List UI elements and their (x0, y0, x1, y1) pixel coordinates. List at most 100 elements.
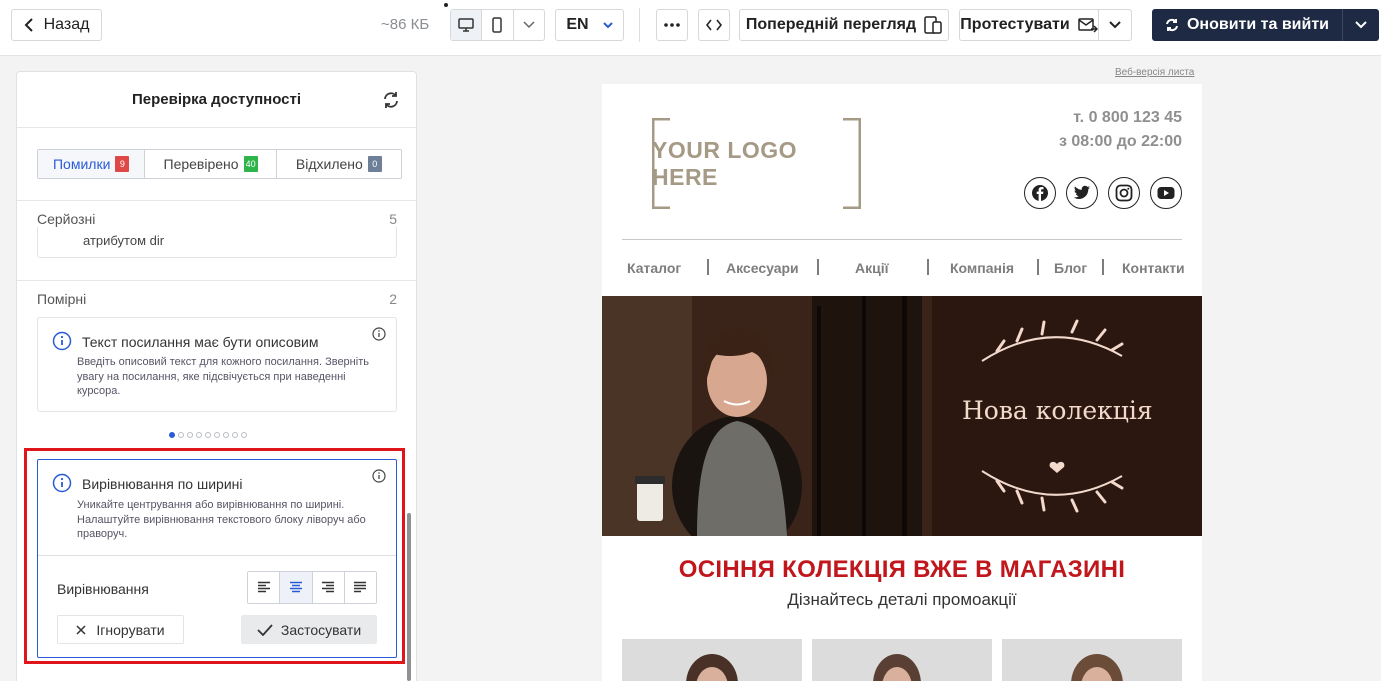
serious-section-header[interactable]: Серйозні 5 (37, 211, 397, 227)
back-button[interactable]: Назад (11, 9, 102, 41)
align-center-button[interactable] (280, 572, 313, 603)
email-menu: Каталог Аксесуари Акції Компанія Блог Ко… (622, 258, 1185, 278)
tab-checked[interactable]: Перевірено 40 (145, 150, 277, 178)
menu-separator (1037, 259, 1039, 275)
issue-card-justify: Вирівнювання по ширині Уникайте центрува… (37, 459, 397, 658)
align-left-icon (257, 581, 270, 593)
devices-icon (924, 16, 942, 34)
hero-title: Нова колекція (962, 396, 1153, 425)
desktop-view-button[interactable] (451, 10, 483, 40)
menu-item-accessories[interactable]: Аксесуари (726, 260, 799, 276)
help-icon[interactable] (372, 327, 386, 341)
pager-dot[interactable] (223, 432, 229, 438)
web-version-link[interactable]: Веб-версія листа (1115, 67, 1194, 78)
test-button[interactable]: Протестувати (960, 10, 1099, 40)
panel-header: Перевірка доступності (17, 72, 416, 128)
instagram-icon[interactable] (1108, 177, 1140, 209)
panel-scrollbar[interactable] (407, 513, 411, 681)
align-right-button[interactable] (313, 572, 345, 603)
minor-count: 2 (389, 291, 397, 307)
section-divider (17, 280, 416, 281)
align-right-icon (322, 581, 335, 593)
pager-dot[interactable] (187, 432, 193, 438)
more-options-button[interactable] (656, 9, 688, 41)
alignment-options (247, 571, 377, 604)
serious-label: Серйозні (37, 211, 96, 227)
refresh-icon[interactable] (381, 90, 401, 110)
menu-separator (1102, 259, 1104, 275)
justify-issue-title: Вирівнювання по ширині (82, 476, 243, 492)
menu-item-promos[interactable]: Акції (855, 260, 889, 276)
pager-dot[interactable] (232, 432, 238, 438)
phone-number: т. 0 800 123 45 (1073, 109, 1182, 126)
pager-dot[interactable] (178, 432, 184, 438)
header-divider (622, 239, 1182, 240)
language-select[interactable]: EN (555, 9, 624, 41)
mobile-view-button[interactable] (482, 10, 514, 40)
tab-rejected[interactable]: Відхилено 0 (277, 150, 401, 178)
update-button-group: Оновити та вийти (1152, 9, 1379, 41)
check-icon (257, 623, 273, 636)
menu-item-catalog[interactable]: Каталог (627, 260, 681, 276)
preview-button-label: Попередній перегляд (745, 16, 917, 33)
working-hours: з 08:00 до 22:00 (1058, 133, 1182, 150)
device-switcher (450, 9, 545, 41)
minor-section-header[interactable]: Помірні 2 (37, 291, 397, 307)
status-tabs: Помилки 9 Перевірено 40 Відхилено 0 (37, 149, 402, 179)
serious-count: 5 (389, 211, 397, 227)
pager-dot[interactable] (214, 432, 220, 438)
update-dropdown-button[interactable] (1343, 9, 1379, 41)
ignore-button-label: Ігнорувати (96, 621, 165, 638)
sync-icon (1166, 18, 1178, 32)
update-exit-label: Оновити та вийти (1186, 16, 1330, 33)
align-justify-button[interactable] (345, 572, 376, 603)
email-size: ~86 КБ (381, 16, 430, 33)
serious-issue-card[interactable]: атрибутом dir (37, 227, 397, 258)
hero-banner[interactable]: Нова колекція (602, 296, 1202, 536)
chevron-left-icon (24, 18, 33, 32)
email-headline: ОСІННЯ КОЛЕКЦІЯ ВЖЕ В МАГАЗИНІ (678, 556, 1126, 583)
menu-separator (707, 259, 709, 275)
cursor-dot (444, 3, 448, 7)
pager-dot[interactable] (205, 432, 211, 438)
test-dropdown-button[interactable] (1099, 10, 1131, 40)
help-icon[interactable] (372, 469, 386, 483)
youtube-icon[interactable] (1150, 177, 1182, 209)
pager-dot[interactable] (196, 432, 202, 438)
facebook-icon[interactable] (1024, 177, 1056, 209)
mobile-icon (492, 17, 503, 33)
serious-issue-text: атрибутом dir (83, 233, 165, 248)
email-preview: YOUR LOGO HERE т. 0 800 123 45 з 08:00 д… (602, 84, 1202, 681)
twitter-icon[interactable] (1066, 177, 1098, 209)
tab-errors[interactable]: Помилки 9 (38, 150, 146, 178)
social-links (1024, 177, 1182, 209)
caret-down-icon (602, 22, 613, 28)
align-left-button[interactable] (248, 572, 281, 603)
code-view-button[interactable] (698, 9, 730, 41)
device-dropdown-button[interactable] (514, 10, 544, 40)
pager-dot[interactable] (241, 432, 247, 438)
mail-send-icon (1077, 18, 1098, 33)
issue-card-link-text[interactable]: Текст посилання має бути описовим Введіт… (37, 317, 397, 412)
card-divider (38, 555, 396, 556)
ignore-button[interactable]: Ігнорувати (57, 615, 184, 644)
more-dots-icon (664, 23, 680, 27)
toolbar-divider (639, 8, 640, 42)
menu-item-contacts[interactable]: Контакти (1122, 260, 1185, 276)
preview-button[interactable]: Попередній перегляд (739, 9, 949, 41)
product-image[interactable] (812, 639, 992, 681)
alignment-label: Вирівнювання (57, 581, 149, 597)
update-exit-button[interactable]: Оновити та вийти (1152, 9, 1343, 41)
chevron-down-icon (1355, 21, 1367, 29)
back-button-label: Назад (43, 16, 90, 33)
info-icon (52, 331, 72, 351)
product-image[interactable] (1002, 639, 1182, 681)
language-value: EN (566, 16, 589, 33)
menu-item-company[interactable]: Компанія (950, 260, 1014, 276)
product-image[interactable] (622, 639, 802, 681)
pager-dot[interactable] (169, 432, 175, 438)
tab-rejected-count: 0 (367, 156, 382, 172)
apply-button[interactable]: Застосувати (241, 615, 377, 644)
menu-item-blog[interactable]: Блог (1054, 260, 1087, 276)
align-justify-icon (354, 581, 367, 593)
